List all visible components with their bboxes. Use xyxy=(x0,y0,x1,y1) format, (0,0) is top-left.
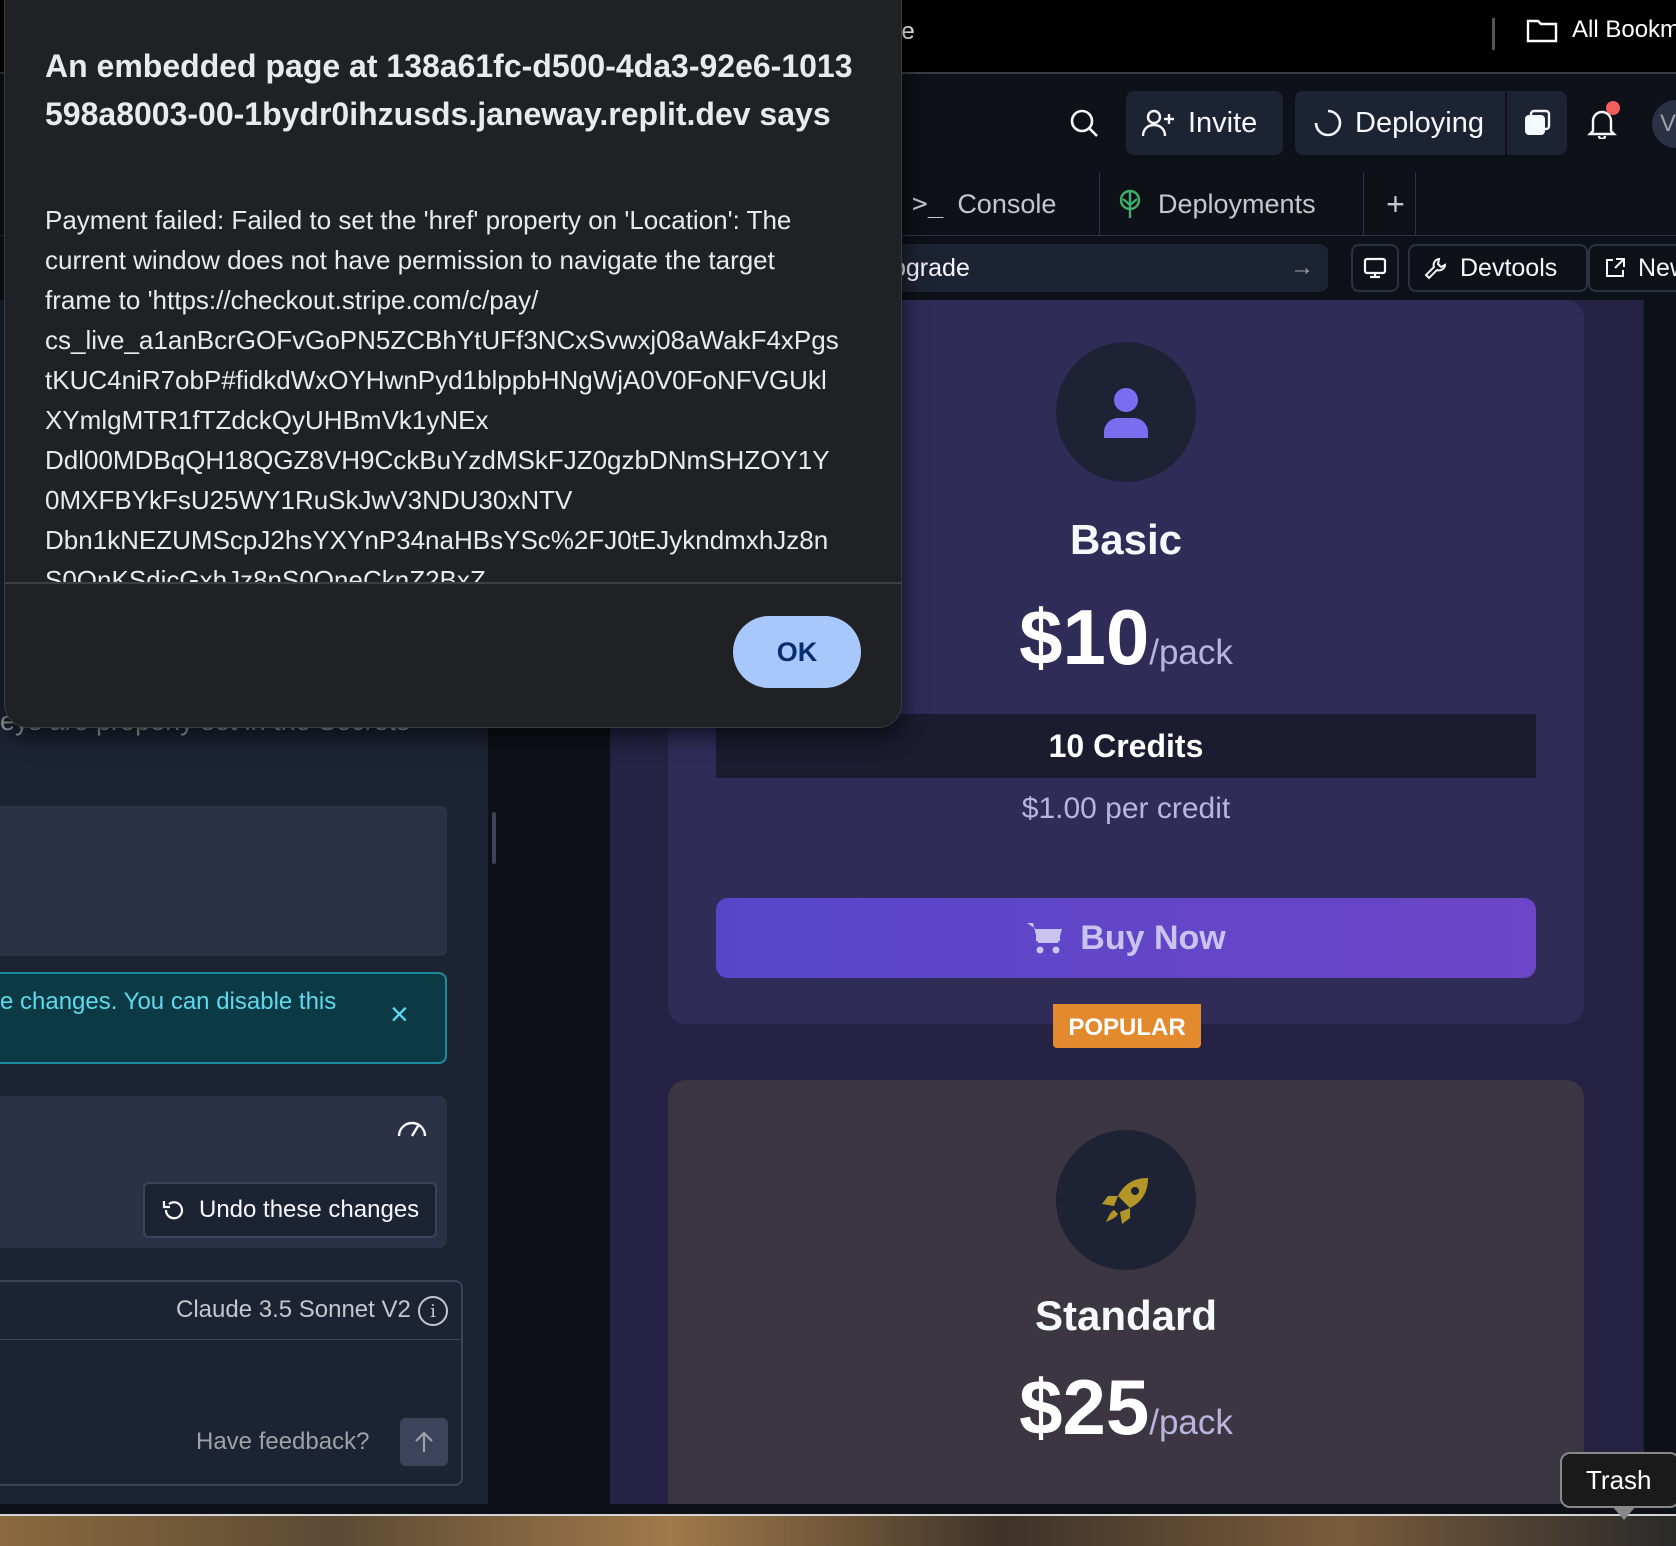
notifications-button[interactable] xyxy=(1572,91,1632,155)
invite-button[interactable]: Invite xyxy=(1126,91,1283,155)
tab-console[interactable]: >_ Console xyxy=(900,172,1100,236)
rocket-icon xyxy=(1102,1178,1148,1224)
model-name[interactable]: Claude 3.5 Sonnet V2 xyxy=(176,1296,411,1324)
url-input[interactable]: pgrade → xyxy=(880,244,1328,292)
external-link-icon xyxy=(1606,258,1625,277)
info-banner-text: e changes. You can disable this xyxy=(0,988,337,1015)
chat-message-box xyxy=(0,806,447,956)
scrollbar[interactable] xyxy=(1642,300,1676,1504)
wrench-icon xyxy=(1424,257,1447,280)
notification-badge xyxy=(1606,101,1620,115)
device-preview-button[interactable] xyxy=(1351,244,1399,292)
checkpoint-card: Undo these changes xyxy=(0,1096,447,1248)
deploying-button[interactable]: Deploying xyxy=(1295,91,1505,155)
info-banner: e changes. You can disable this × xyxy=(0,972,447,1064)
plan-icon-circle xyxy=(1056,1130,1196,1270)
dialog-message-line: 0MXFBYkFsU25WY1RuSkJwV3NDU30xNTV xyxy=(45,485,573,515)
dialog-message-line: frame to 'https://checkout.stripe.com/c/… xyxy=(45,285,539,315)
dialog-message-line: Payment failed: Failed to set the 'href'… xyxy=(45,205,792,235)
tooltip-arrow xyxy=(1612,1506,1636,1520)
tab-deployments[interactable]: Deployments xyxy=(1100,172,1364,236)
undo-changes-label: Undo these changes xyxy=(199,1196,420,1223)
info-icon[interactable]: i xyxy=(418,1296,448,1326)
arrow-up-icon xyxy=(415,1431,433,1452)
alert-dialog: An embedded page at 138a61fc-d500-4da3-9… xyxy=(4,0,902,728)
trash-tooltip: Trash xyxy=(1560,1452,1676,1508)
user-icon xyxy=(1104,388,1148,438)
undo-icon xyxy=(162,1201,184,1220)
price-unit: /pack xyxy=(1149,633,1233,672)
monitor-icon xyxy=(1363,257,1387,279)
deploying-label: Deploying xyxy=(1355,106,1484,139)
send-button[interactable] xyxy=(400,1418,448,1466)
screen: ore All Bookm Invite Deploying V xyxy=(0,0,1676,1546)
dock xyxy=(0,1516,1676,1546)
toolbar-separator xyxy=(1492,18,1495,50)
ok-button[interactable]: OK xyxy=(733,616,861,688)
spinner-icon xyxy=(1314,109,1342,137)
plan-card-standard: Standard $25/pack xyxy=(668,1080,1584,1504)
url-text: pgrade xyxy=(892,253,970,282)
plan-price: $25 xyxy=(1019,1363,1150,1451)
resize-handle[interactable] xyxy=(492,812,496,864)
devtools-button[interactable]: Devtools xyxy=(1408,244,1588,292)
gauge-icon[interactable] xyxy=(394,1110,430,1146)
deployment-status-button[interactable] xyxy=(1507,91,1567,155)
dialog-divider xyxy=(5,582,901,584)
buy-now-label: Buy Now xyxy=(1080,918,1226,957)
add-user-icon xyxy=(1142,109,1174,137)
add-tab-button[interactable]: + xyxy=(1376,172,1416,236)
terminal-icon: >_ xyxy=(912,189,944,219)
all-bookmarks-button[interactable]: All Bookm xyxy=(1526,16,1676,44)
invite-label: Invite xyxy=(1188,106,1258,139)
plan-name: Standard xyxy=(1034,1292,1218,1339)
dialog-message: Payment failed: Failed to set the 'href'… xyxy=(45,200,871,582)
arrow-right-icon[interactable]: → xyxy=(1290,254,1314,282)
dialog-message-line: Ddl00MDBqQH18QGZ8VH9CckBuYzdMSkFJZ0gzbDN… xyxy=(45,445,830,475)
deployment-icon xyxy=(1525,109,1551,135)
chat-input-box[interactable]: Claude 3.5 Sonnet V2 i Have feedback? xyxy=(0,1280,463,1486)
popular-badge: POPULAR xyxy=(1053,1004,1201,1048)
new-tab-label: New xyxy=(1638,253,1676,282)
dialog-title: An embedded page at 138a61fc-d500-4da3-9… xyxy=(45,48,853,132)
all-bookmarks-label: All Bookm xyxy=(1572,16,1676,43)
plan-price: $10 xyxy=(1019,593,1150,681)
cart-icon xyxy=(1027,923,1063,954)
dialog-message-line: current window does not have permission … xyxy=(45,245,775,275)
open-new-tab-button[interactable]: New xyxy=(1588,244,1676,292)
dialog-message-line: cs_live_a1anBcrGOFvGoPN5ZCBhYtUFf3NCxSvw… xyxy=(45,325,839,355)
dialog-message-line: tKUC4niR7obP#fidkdWxOYHwnPyd1blppbHNgWjA… xyxy=(45,365,827,395)
search-icon xyxy=(1070,109,1098,137)
search-button[interactable] xyxy=(1052,91,1116,155)
tab-console-label: Console xyxy=(957,188,1057,219)
buy-now-button[interactable]: Buy Now xyxy=(716,898,1536,978)
avatar[interactable]: V xyxy=(1652,100,1676,148)
deployments-icon xyxy=(1119,189,1141,218)
dock-edge xyxy=(0,1504,1676,1516)
plan-icon-circle xyxy=(1056,342,1196,482)
folder-icon xyxy=(1526,19,1558,43)
devtools-label: Devtools xyxy=(1460,253,1558,282)
undo-changes-button[interactable]: Undo these changes xyxy=(143,1182,437,1238)
tab-deployments-label: Deployments xyxy=(1158,188,1316,219)
dialog-message-line: Dbn1kNEZUMScpJ2hsYXYnP34naHBsYSc%2FJ0tEJ… xyxy=(45,525,829,555)
model-selector-row: Claude 3.5 Sonnet V2 i xyxy=(0,1282,461,1340)
price-per-credit: $1.00 per credit xyxy=(1021,792,1231,825)
dialog-message-line: XYmlgMTR1fTZdckQyUHBmVk1yNEx xyxy=(45,405,489,435)
feedback-link[interactable]: Have feedback? xyxy=(196,1428,369,1456)
dialog-message-line: S0OnKSdicGxhJz8nS0OneCknZ2BxZ xyxy=(45,565,486,582)
close-icon[interactable]: × xyxy=(390,996,409,1033)
price-row: $25/pack xyxy=(668,1362,1584,1453)
price-unit: /pack xyxy=(1149,1403,1233,1442)
